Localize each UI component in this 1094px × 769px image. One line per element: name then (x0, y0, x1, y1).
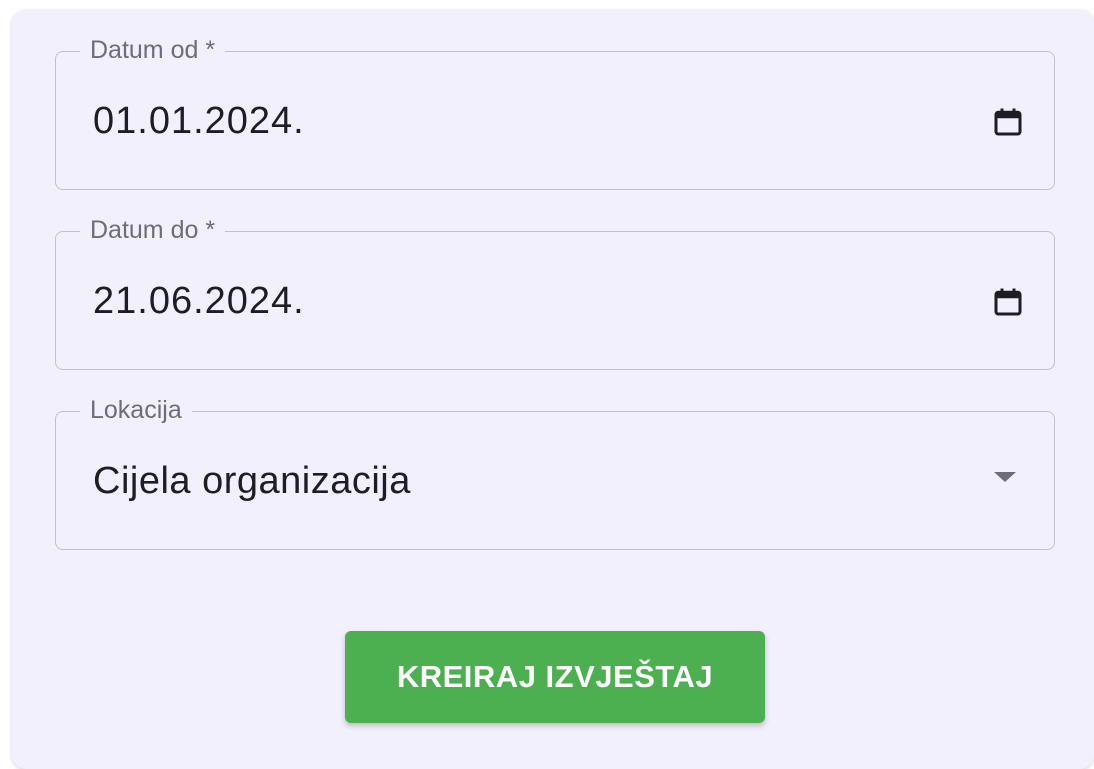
date-to-field[interactable]: Datum do * 21.06.2024. (55, 210, 1055, 370)
date-to-label: Datum do * (80, 210, 226, 250)
create-report-button[interactable]: KREIRAJ IZVJEŠTAJ (345, 631, 765, 723)
location-selected-value[interactable]: Cijela organizacija (93, 457, 411, 505)
date-from-label: Datum od * (80, 30, 226, 70)
date-to-value[interactable]: 21.06.2024. (93, 277, 305, 325)
calendar-icon[interactable] (990, 284, 1026, 320)
location-label: Lokacija (80, 390, 192, 430)
report-form-card: Datum od * 01.01.2024. Datum do * 21.06.… (12, 10, 1094, 769)
date-from-value[interactable]: 01.01.2024. (93, 97, 305, 145)
calendar-icon[interactable] (990, 104, 1026, 140)
chevron-down-icon[interactable] (994, 472, 1016, 482)
date-from-field[interactable]: Datum od * 01.01.2024. (55, 30, 1055, 190)
location-select[interactable]: Lokacija Cijela organizacija (55, 390, 1055, 550)
